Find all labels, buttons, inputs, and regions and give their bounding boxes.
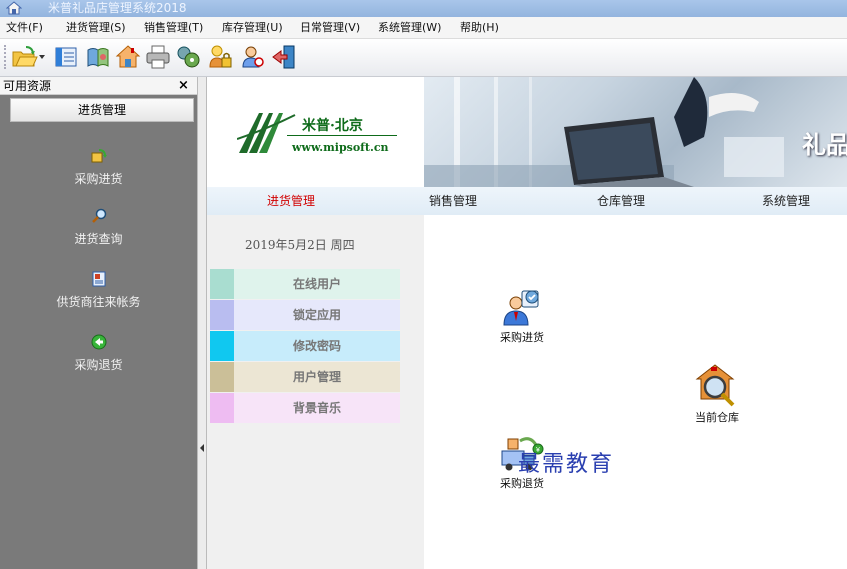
side-item-label: 采购退货	[74, 358, 123, 372]
quick-link-background-music[interactable]: 背景音乐	[210, 393, 400, 423]
close-icon[interactable]: ×	[178, 77, 189, 95]
brand-url: www.mipsoft.cn	[292, 141, 389, 154]
toolbar	[0, 39, 847, 77]
brand-logo-area: 米普·北京 www.mipsoft.cn	[207, 77, 424, 187]
menu-purchase[interactable]: 进货管理(S)	[66, 20, 126, 36]
side-item-label: 供货商往来帐务	[56, 295, 141, 309]
list-view-icon[interactable]	[52, 43, 80, 71]
warehouse-search-icon	[695, 364, 735, 407]
quick-link-lock-app[interactable]: 锁定应用	[210, 300, 400, 330]
banner-photo: 礼品	[424, 77, 847, 187]
purchase-stock-icon	[91, 149, 107, 163]
tab-purchase[interactable]: 进货管理	[267, 193, 315, 209]
quick-link-swatch	[210, 300, 234, 330]
tab-system[interactable]: 系统管理	[762, 193, 810, 209]
chevron-down-icon[interactable]	[38, 53, 46, 61]
quick-link-swatch	[210, 331, 234, 361]
return-arrow-icon	[91, 334, 107, 350]
menu-help[interactable]: 帮助(H)	[460, 20, 499, 36]
purchase-person-icon	[503, 290, 539, 326]
resource-panel-title: 可用资源	[3, 79, 52, 93]
panel-group-purchase[interactable]: 进货管理	[10, 98, 194, 122]
quick-panel: 2019年5月2日 周四 在线用户 锁定应用 修改密码 用户管理 背景音乐	[207, 215, 424, 569]
module-workarea: 采购进货 当前仓库 ¥ 采购退货	[424, 215, 847, 569]
tools-icon[interactable]	[174, 43, 202, 71]
exit-icon[interactable]	[270, 43, 298, 71]
app-home-icon	[6, 1, 22, 15]
side-item-purchase-stock[interactable]: 采购进货	[0, 148, 197, 202]
quick-link-label: 修改密码	[234, 331, 400, 361]
home-icon[interactable]	[114, 43, 142, 71]
quick-link-user-management[interactable]: 用户管理	[210, 362, 400, 392]
module-nav: 进货管理 销售管理 仓库管理 系统管理	[207, 187, 847, 215]
quick-link-swatch	[210, 362, 234, 392]
brand-name: 米普·北京	[302, 118, 363, 134]
resource-panel: 可用资源 × 进货管理 采购进货 进货查询 供货商往来帐务 采购退货	[0, 77, 197, 569]
window-title: 米普礼品店管理系统2018	[48, 1, 187, 15]
panel-splitter[interactable]	[197, 77, 207, 569]
toolbar-grip[interactable]	[4, 45, 7, 69]
print-icon[interactable]	[144, 43, 172, 71]
tab-sales[interactable]: 销售管理	[429, 193, 477, 209]
side-item-stock-query[interactable]: 进货查询	[0, 208, 197, 262]
tile-current-warehouse[interactable]: 当前仓库	[682, 363, 752, 425]
menu-inventory[interactable]: 库存管理(U)	[222, 20, 283, 36]
supplier-ledger-icon	[92, 271, 106, 287]
open-folder-icon[interactable]	[10, 43, 38, 71]
tile-label: 当前仓库	[695, 411, 739, 424]
user-icon[interactable]	[238, 43, 266, 71]
quick-link-label: 锁定应用	[234, 300, 400, 330]
tile-purchase-stock[interactable]: 采购进货	[487, 287, 557, 345]
current-date: 2019年5月2日 周四	[245, 238, 355, 252]
quick-link-label: 背景音乐	[234, 393, 400, 423]
side-item-supplier-ledger[interactable]: 供货商往来帐务	[0, 271, 197, 325]
quick-link-label: 用户管理	[234, 362, 400, 392]
side-item-label: 采购进货	[74, 172, 123, 186]
side-item-label: 进货查询	[74, 232, 123, 246]
tile-label: 采购进货	[500, 331, 544, 344]
book-icon[interactable]	[84, 43, 112, 71]
watermark-text: 最需教育	[518, 452, 615, 477]
menu-daily[interactable]: 日常管理(V)	[300, 20, 360, 36]
quick-link-swatch	[210, 393, 234, 423]
quick-link-online-users[interactable]: 在线用户	[210, 269, 400, 299]
side-item-purchase-return[interactable]: 采购退货	[0, 334, 197, 388]
resource-panel-header: 可用资源 ×	[0, 77, 197, 95]
mipu-logo-icon	[237, 113, 296, 153]
menu-bar: 文件(F) 进货管理(S) 销售管理(T) 库存管理(U) 日常管理(V) 系统…	[0, 17, 847, 39]
lock-icon[interactable]	[206, 43, 234, 71]
collapse-arrow-icon[interactable]	[200, 444, 204, 452]
search-icon	[92, 208, 107, 223]
title-bar: 米普礼品店管理系统2018	[0, 0, 847, 17]
quick-link-swatch	[210, 269, 234, 299]
quick-link-change-password[interactable]: 修改密码	[210, 331, 400, 361]
quick-link-label: 在线用户	[234, 269, 400, 299]
brand-divider	[287, 135, 397, 136]
menu-sales[interactable]: 销售管理(T)	[144, 20, 203, 36]
menu-system[interactable]: 系统管理(W)	[378, 20, 441, 36]
office-photo-illustration	[424, 77, 784, 187]
banner-slogan: 礼品	[802, 131, 847, 159]
main-content: 米普·北京 www.mipsoft.cn 礼品 进货管理 销售管理 仓库管理 系…	[207, 77, 847, 569]
tab-warehouse[interactable]: 仓库管理	[597, 193, 645, 209]
menu-file[interactable]: 文件(F)	[6, 20, 43, 36]
